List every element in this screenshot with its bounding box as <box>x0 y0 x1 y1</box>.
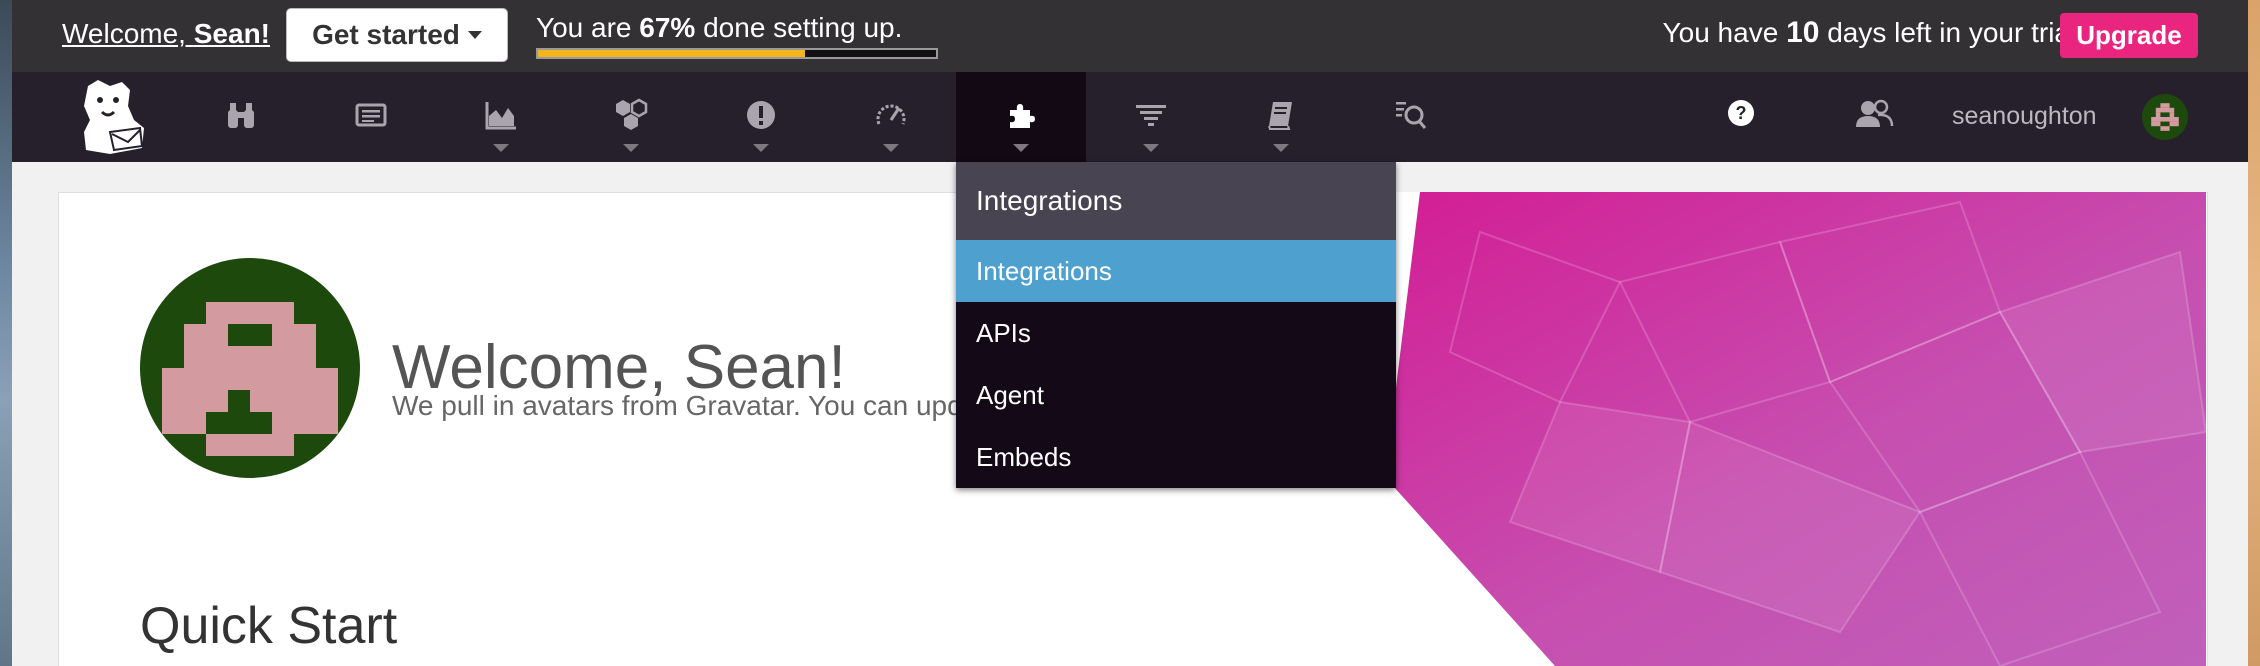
setup-progress-fill <box>538 50 805 57</box>
menu-item-agent[interactable]: Agent <box>956 364 1396 426</box>
quick-start-heading: Quick Start <box>140 597 398 655</box>
nav-item-infrastructure[interactable] <box>566 72 696 162</box>
gravatar-info-text: We pull in avatars from Gravatar. You ca… <box>392 390 962 421</box>
desktop-background-left <box>0 0 12 666</box>
chevron-down-icon <box>883 144 899 152</box>
avatar[interactable] <box>2142 94 2188 140</box>
decorative-polygon-background <box>1360 192 2206 666</box>
integrations-dropdown-menu: Integrations Integrations APIs Agent Emb… <box>956 162 1396 488</box>
username-link[interactable]: seanoughton <box>1952 102 2097 131</box>
synthetics-icon <box>1396 102 1427 129</box>
infrastructure-hexagons-icon <box>616 98 648 130</box>
alert-exclamation-icon <box>747 101 775 129</box>
progress-prefix: You are <box>536 12 640 43</box>
trial-days: 10 <box>1786 16 1820 49</box>
setup-bar: Welcome, Sean! Get started You are 67% d… <box>12 0 2248 72</box>
nav-item-apm[interactable] <box>826 72 956 162</box>
nav-item-metrics[interactable] <box>436 72 566 162</box>
trial-remaining-text: You have 10 days left in your trial. <box>1663 16 2084 50</box>
chevron-down-icon <box>1273 144 1289 152</box>
trial-prefix: You have <box>1662 17 1787 48</box>
nav-item-integrations[interactable] <box>956 72 1086 162</box>
get-started-button[interactable]: Get started <box>286 8 508 62</box>
gravatar-identicon <box>162 302 338 456</box>
chevron-down-icon <box>1013 144 1029 152</box>
get-started-label: Get started <box>312 19 460 50</box>
nav-item-logs[interactable] <box>1086 72 1216 162</box>
chevron-down-icon <box>623 144 639 152</box>
nav-item-synthetics[interactable] <box>1346 72 1476 162</box>
speedometer-icon <box>876 104 906 125</box>
nav-item-monitors[interactable] <box>696 72 826 162</box>
nav-item-dashboards[interactable] <box>306 72 436 162</box>
welcome-link[interactable]: Welcome, Sean! <box>62 18 270 50</box>
avatar-identicon <box>2151 103 2179 131</box>
question-circle-icon[interactable]: ? <box>1726 98 1756 128</box>
browser-window: Welcome, Sean! Get started You are 67% d… <box>12 0 2248 666</box>
menu-item-integrations[interactable]: Integrations <box>956 240 1396 302</box>
chevron-down-icon <box>753 144 769 152</box>
chevron-down-icon <box>467 31 482 39</box>
profile-avatar[interactable] <box>140 258 360 478</box>
setup-progress-text: You are 67% done setting up. <box>536 12 902 44</box>
nav-item-notebooks[interactable] <box>1216 72 1346 162</box>
desktop-background-right <box>2248 0 2260 666</box>
menu-item-apis[interactable]: APIs <box>956 302 1396 364</box>
puzzle-piece-icon <box>1010 104 1035 128</box>
filter-lines-icon <box>1136 105 1166 126</box>
setup-progress-bar <box>536 48 938 59</box>
welcome-name: Sean! <box>193 18 270 49</box>
main-nav: ? seanoughton <box>12 72 2248 162</box>
upgrade-button[interactable]: Upgrade <box>2060 13 2198 58</box>
svg-text:?: ? <box>1736 103 1747 123</box>
nav-item-explorer[interactable] <box>176 72 306 162</box>
menu-item-embeds[interactable]: Embeds <box>956 426 1396 488</box>
progress-percent: 67% <box>639 12 696 43</box>
binoculars-icon <box>228 103 254 128</box>
notebook-icon <box>1268 102 1292 130</box>
progress-suffix: done setting up. <box>695 12 903 43</box>
chevron-down-icon <box>1143 144 1159 152</box>
dashboard-list-icon <box>355 103 387 127</box>
welcome-prefix: Welcome, <box>62 18 194 49</box>
datadog-logo[interactable] <box>70 76 150 156</box>
area-chart-icon <box>485 102 516 130</box>
chevron-down-icon <box>493 144 509 152</box>
dropdown-header: Integrations <box>956 162 1396 240</box>
team-users-icon[interactable] <box>1854 98 1894 128</box>
trial-suffix: days left in your trial. <box>1819 17 2084 48</box>
